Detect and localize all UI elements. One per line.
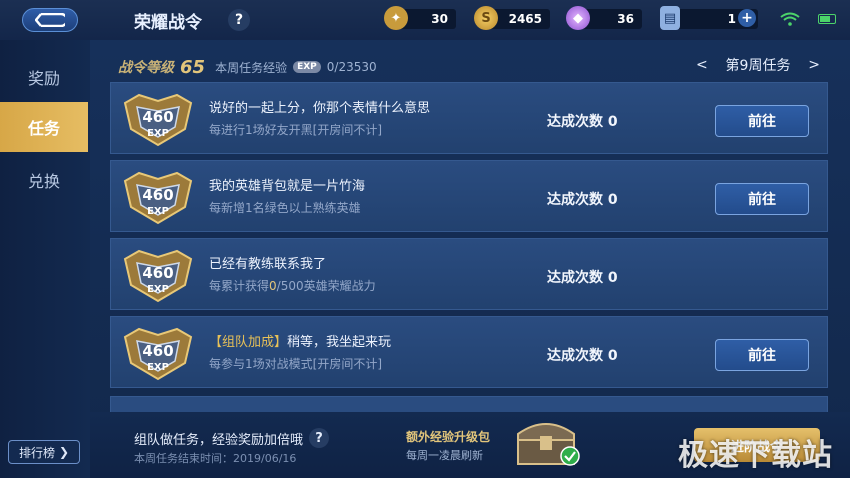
completion-count: 达成次数 0 [547, 270, 618, 286]
next-week-icon[interactable]: > [808, 57, 820, 73]
task-title: 稍等，我坐起来玩 [287, 335, 392, 350]
task-title: 已经有教练联系我了 [209, 257, 327, 272]
prev-week-icon[interactable]: < [696, 57, 708, 73]
page-title: 荣耀战令 [134, 13, 202, 33]
reward-unit: EXP [147, 284, 169, 295]
team-bonus-tag: 【组队加成】 [209, 335, 288, 350]
add-icon[interactable]: + [738, 9, 756, 27]
task-title: 说好的一起上分，你那个表情什么意思 [209, 101, 431, 116]
sidebar-item-tasks[interactable]: 任务 [0, 102, 88, 152]
task-row: 460 EXP 【组队加成】稍等，我坐起来玩 每参与1场对战模式[开房间不计] … [110, 316, 828, 388]
task-name: 我的英雄背包就是一片竹海 [209, 175, 365, 194]
ticket-counter: ▤ 1 + [660, 6, 758, 30]
completion-count: 达成次数 0 [547, 114, 618, 130]
weekly-exp-label: 本周任务经验 [215, 60, 288, 75]
exp-medal-icon: 460 EXP [123, 171, 193, 225]
level-value: 65 [180, 56, 206, 78]
week-navigator: < 第9周任务 > [696, 54, 820, 76]
team-hint-text: 组队做任务，经验奖励加倍哦 [134, 432, 304, 448]
exp-pack-refresh: 每周一凌晨刷新 [406, 449, 483, 462]
desc-text: 每新增1名绿色以上熟练英雄 [209, 201, 361, 215]
reward-value: 460 [142, 342, 173, 360]
ticket-icon: ▤ [660, 6, 680, 30]
team-hint: 组队做任务，经验奖励加倍哦 ? [134, 428, 330, 448]
task-title: 我的英雄背包就是一片竹海 [209, 179, 366, 194]
gold-coin-icon: S [474, 6, 498, 30]
back-arrow-icon [35, 13, 65, 27]
gold-counter: S 2465 [474, 6, 550, 30]
token-icon: ✦ [384, 6, 408, 30]
completion-count: 达成次数 0 [547, 348, 618, 364]
diamond-counter: ◆ 36 [566, 6, 642, 30]
help-icon[interactable]: ? [309, 428, 330, 448]
go-button[interactable]: 前往 [715, 339, 809, 371]
reward-unit: EXP [147, 128, 169, 139]
level-label: 战令等级 [118, 60, 174, 76]
help-icon[interactable]: ? [228, 9, 250, 31]
wifi-icon [780, 12, 800, 30]
reward-unit: EXP [147, 362, 169, 373]
task-name: 【组队加成】稍等，我坐起来玩 [209, 331, 391, 350]
reward-unit: EXP [147, 206, 169, 217]
weekly-exp-value: 0/23530 [326, 60, 377, 74]
reward-value: 460 [142, 186, 173, 204]
desc-text: 每参与1场对战模式[开房间不计] [209, 357, 382, 371]
back-button[interactable] [22, 8, 78, 32]
go-button[interactable]: 前往 [715, 183, 809, 215]
task-desc: 每累计获得0/500英雄荣耀战力 [209, 277, 376, 294]
sidebar-item-exchange[interactable]: 兑换 [0, 155, 88, 205]
gold-value: 2465 [508, 12, 542, 26]
exp-medal-icon: 460 EXP [123, 249, 193, 303]
token-value: 30 [431, 12, 448, 26]
diamond-value: 36 [617, 12, 634, 26]
token-counter: ✦ 30 [384, 6, 456, 30]
reward-value: 460 [142, 108, 173, 126]
go-button[interactable]: 前往 [715, 105, 809, 137]
top-bar: 荣耀战令 ? ✦ 30 S 2465 ◆ 36 ▤ 1 + [0, 0, 850, 41]
task-name: 说好的一起上分，你那个表情什么意思 [209, 97, 430, 116]
exp-badge-icon: EXP [293, 61, 321, 73]
task-name: 已经有教练联系我了 [209, 253, 326, 272]
completion-count: 达成次数 0 [547, 192, 618, 208]
exp-medal-icon: 460 EXP [123, 93, 193, 147]
task-row: 460 EXP 说好的一起上分，你那个表情什么意思 每进行1场好友开黑[开房间不… [110, 82, 828, 154]
chevron-right-icon: ❯ [58, 445, 70, 459]
leaderboard-label: 排行榜 [18, 445, 55, 460]
week-label: 第9周任务 [725, 58, 791, 74]
treasure-chest-icon[interactable] [510, 414, 582, 468]
leaderboard-button[interactable]: 排行榜 ❯ [8, 440, 80, 464]
task-desc: 每新增1名绿色以上熟练英雄 [209, 199, 361, 216]
task-row: 460 EXP 已经有教练联系我了 每累计获得0/500英雄荣耀战力 达成次数 … [110, 238, 828, 310]
sidebar-item-rewards[interactable]: 奖励 [0, 52, 88, 102]
desc-text: 每累计获得 [209, 279, 270, 293]
week-end-time: 本周任务结束时间：2019/06/16 [134, 452, 297, 465]
task-desc: 每进行1场好友开黑[开房间不计] [209, 121, 382, 138]
battle-pass-level: 战令等级 65 本周任务经验 EXP 0/23530 [118, 56, 377, 78]
desc-text: 每进行1场好友开黑[开房间不计] [209, 123, 382, 137]
exp-pack-title: 额外经验升级包 [406, 430, 491, 444]
task-desc: 每参与1场对战模式[开房间不计] [209, 355, 382, 372]
reward-value: 460 [142, 264, 173, 282]
diamond-icon: ◆ [566, 6, 590, 30]
progress-value: 0 [269, 279, 277, 293]
exp-medal-icon: 460 EXP [123, 327, 193, 381]
watermark: 极速下载站 [678, 438, 833, 473]
desc-text: /500英雄荣耀战力 [276, 279, 376, 293]
battery-icon [818, 14, 836, 24]
task-row: 460 EXP 我的英雄背包就是一片竹海 每新增1名绿色以上熟练英雄 达成次数 … [110, 160, 828, 232]
ticket-value: 1 [727, 12, 736, 26]
